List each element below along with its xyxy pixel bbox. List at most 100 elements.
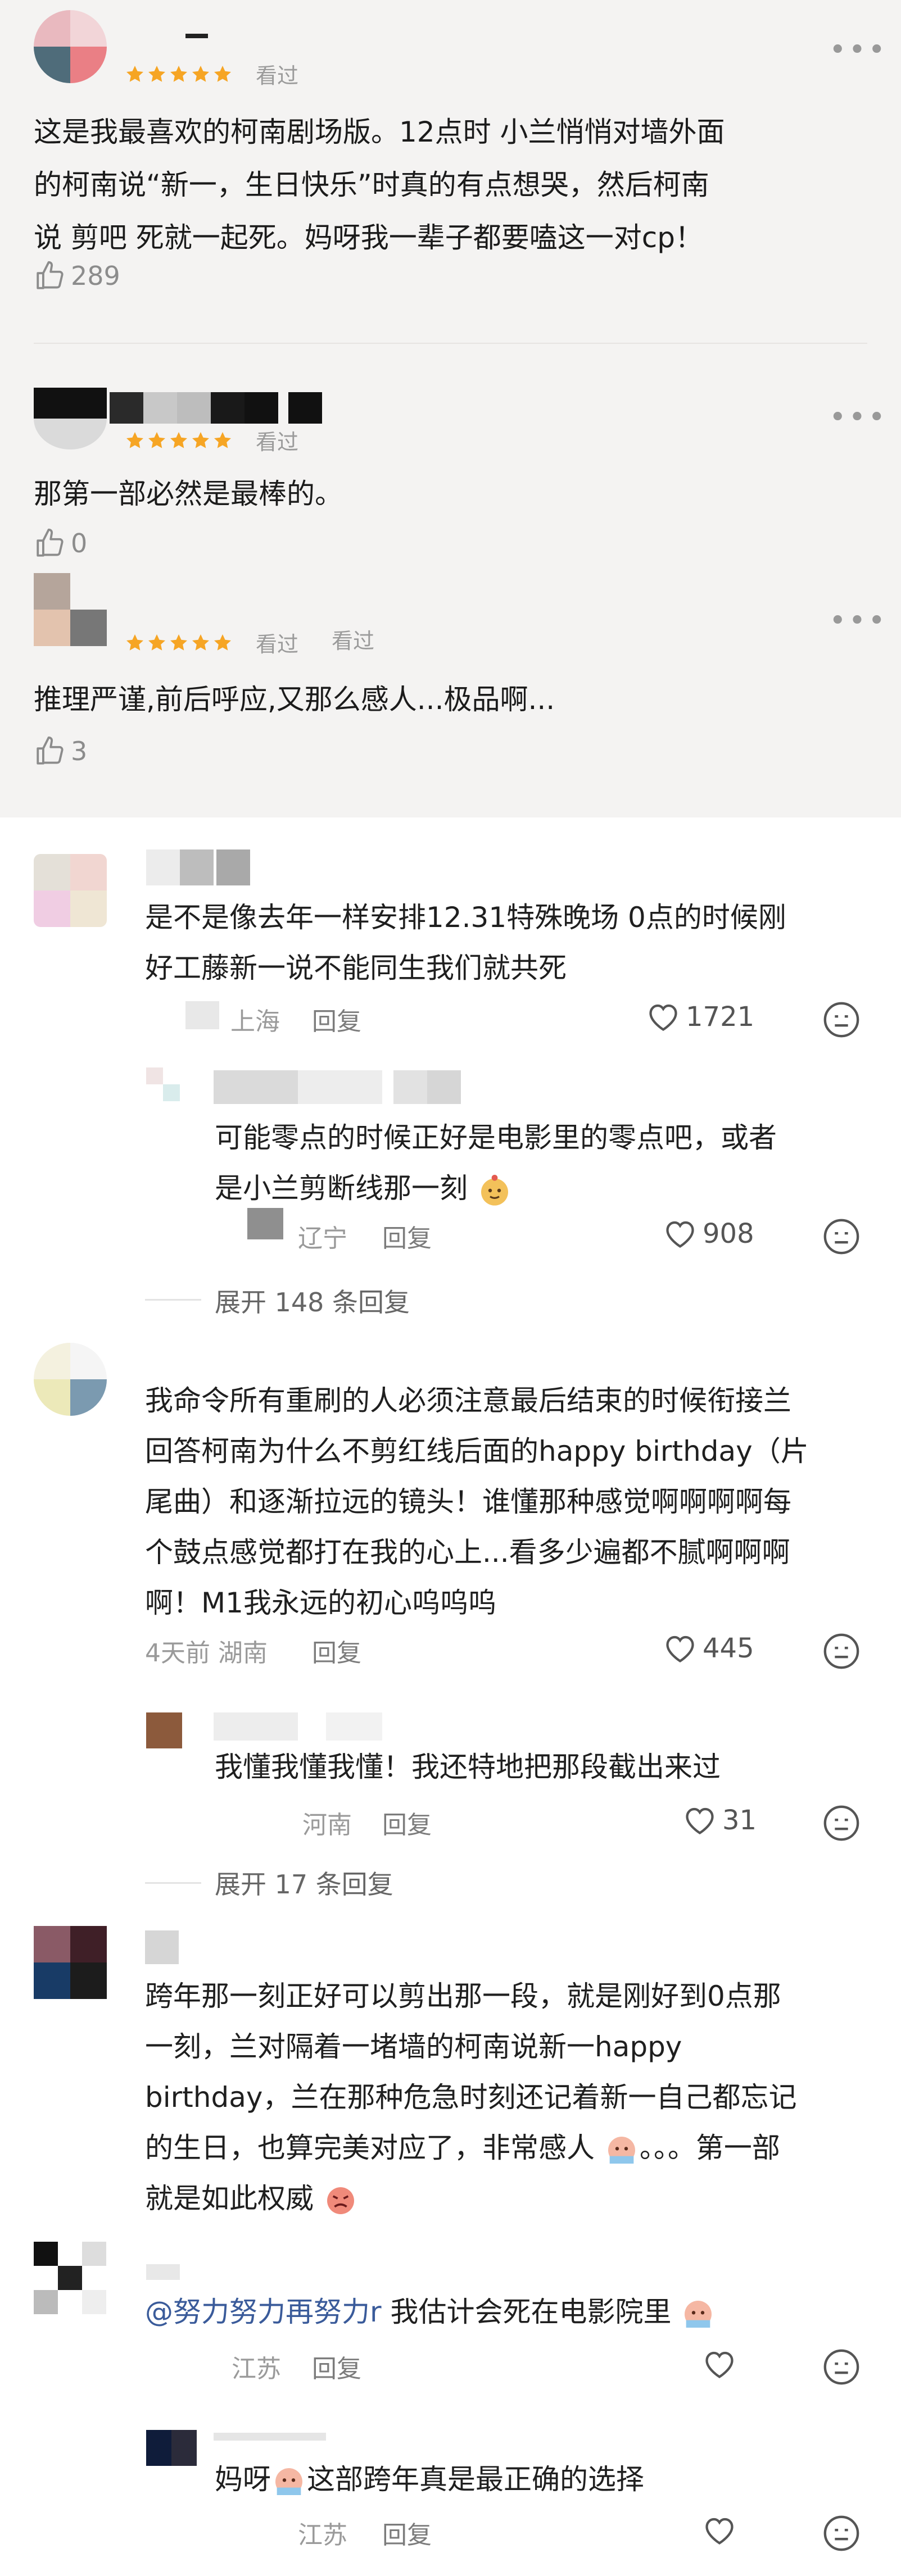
reply-text: 我懂我懂我懂！我还特地把那段截出来过 — [215, 1751, 721, 1783]
heart-icon — [686, 1807, 714, 1835]
dislike-button[interactable] — [822, 1217, 861, 1259]
star-icon — [148, 432, 165, 448]
star-icon — [192, 432, 209, 448]
more-options-button[interactable]: ••• — [829, 403, 888, 432]
comment-text: 跨年那一刻正好可以剪出那一段，就是刚好到0点那 一刻，兰对隔着一堵墙的柯南说新一… — [145, 1971, 876, 2224]
star-icon — [192, 66, 209, 82]
dislike-button[interactable] — [822, 1803, 861, 1845]
username-redacted — [110, 392, 323, 424]
emoji-crying-icon — [275, 2468, 302, 2495]
rating-stars — [125, 631, 233, 654]
reply-button[interactable]: 回复 — [312, 2348, 361, 2384]
reply-text: 可能零点的时候正好是电影里的零点吧，或者 是小兰剪断线那一刻 — [215, 1112, 878, 1214]
rating-stars — [125, 429, 233, 452]
heart-icon — [666, 1221, 694, 1248]
comment-text: 是不是像去年一样安排12.31特殊晚场 0点的时候刚 好工藤新一说不能同生我们就… — [145, 901, 786, 984]
like-count: 908 — [703, 1218, 754, 1250]
reply-avatar[interactable] — [146, 1067, 180, 1101]
dislike-button[interactable] — [822, 2347, 861, 2389]
more-options-button[interactable]: ••• — [829, 606, 888, 635]
seen-label: 看过 — [256, 632, 299, 657]
username-redacted — [214, 2433, 326, 2441]
like-button[interactable] — [703, 2515, 736, 2546]
reply-avatar[interactable] — [146, 1712, 182, 1748]
sad-face-icon — [823, 2515, 859, 2551]
avatar[interactable] — [34, 388, 107, 449]
rating-stars — [125, 63, 233, 85]
like-count: 289 — [71, 261, 120, 291]
like-button[interactable]: 289 — [34, 260, 120, 292]
star-icon — [148, 634, 165, 651]
star-icon — [214, 66, 231, 82]
star-icon — [214, 634, 231, 651]
username-redacted — [214, 1070, 467, 1104]
username-redacted — [185, 34, 208, 38]
username-redacted — [214, 1712, 393, 1741]
like-button[interactable]: 0 — [34, 527, 87, 560]
location: 辽宁 — [298, 1224, 347, 1253]
expand-replies-button[interactable]: 展开 17 条回复 — [215, 1864, 393, 1901]
like-button[interactable]: 1721 — [646, 1001, 754, 1033]
avatar[interactable] — [34, 10, 107, 83]
timestamp-location: 4天前 湖南 — [145, 1639, 268, 1668]
expand-replies-button[interactable]: 展开 148 条回复 — [215, 1282, 410, 1319]
dislike-button[interactable] — [822, 1632, 861, 1673]
like-button[interactable]: 908 — [663, 1218, 754, 1250]
expand-divider — [145, 1299, 201, 1301]
more-options-button[interactable]: ••• — [829, 35, 888, 65]
heart-icon — [705, 2351, 734, 2379]
comment-text: 我命令所有重刷的人必须注意最后结束的时候衔接兰 回答柯南为什么不剪红线后面的ha… — [145, 1384, 809, 1619]
sad-face-icon — [823, 1805, 859, 1841]
heart-icon — [666, 1635, 694, 1663]
sad-face-icon — [823, 1633, 859, 1669]
emoji-crying-icon — [685, 2300, 712, 2328]
star-icon — [192, 634, 209, 651]
star-icon — [170, 634, 187, 651]
location: 上海 — [230, 1007, 280, 1036]
sad-face-icon — [823, 1219, 859, 1255]
username-redacted — [185, 1001, 219, 1029]
like-button[interactable]: 3 — [34, 735, 87, 767]
like-count: 0 — [71, 528, 88, 558]
location: 江苏 — [298, 2521, 347, 2550]
mention-link[interactable]: @努力努力再努力r — [145, 2296, 382, 2328]
review-text: 那第一部必然是最棒的。 — [34, 478, 343, 510]
seen-label: 看过 — [256, 430, 299, 455]
emoji-angry-icon — [327, 2187, 354, 2214]
reply-button[interactable]: 回复 — [312, 1633, 361, 1669]
seen-label: 看过 — [332, 629, 375, 653]
star-icon — [170, 432, 187, 448]
review-text: 这是我最喜欢的柯南剧场版。12点时 小兰悄悄对墙外面 的柯南说“新一，生日快乐”… — [34, 116, 725, 254]
like-button[interactable]: 445 — [663, 1633, 754, 1664]
avatar[interactable] — [34, 1926, 107, 1999]
reply-button[interactable]: 回复 — [382, 2515, 432, 2551]
reply-avatar[interactable] — [146, 2430, 197, 2466]
dislike-button[interactable] — [822, 1000, 861, 1042]
avatar[interactable] — [34, 573, 107, 646]
like-count: 1721 — [686, 1001, 755, 1033]
reply-button[interactable]: 回复 — [382, 1805, 432, 1841]
like-count: 3 — [71, 736, 88, 766]
reply-avatar[interactable] — [34, 2242, 107, 2315]
thumbs-up-icon — [37, 261, 64, 289]
sad-face-icon — [823, 1002, 859, 1038]
star-icon — [170, 66, 187, 82]
heart-icon — [705, 2518, 734, 2545]
seen-label: 看过 — [256, 63, 299, 88]
like-button[interactable]: 31 — [683, 1805, 757, 1836]
like-button[interactable] — [703, 2348, 736, 2380]
username-redacted — [146, 849, 253, 885]
emoji-face-icon — [481, 1174, 508, 1206]
reply-text: @努力努力再努力r 我估计会死在电影院里 — [145, 2287, 876, 2337]
emoji-crying-icon — [608, 2136, 635, 2164]
sad-face-icon — [823, 2349, 859, 2385]
username-redacted — [146, 2264, 180, 2280]
thumbs-up-icon — [37, 736, 64, 765]
reply-button[interactable]: 回复 — [382, 1218, 432, 1254]
star-icon — [126, 66, 143, 82]
reply-button[interactable]: 回复 — [312, 1001, 361, 1037]
avatar[interactable] — [34, 1343, 107, 1416]
thumbs-up-icon — [37, 528, 64, 557]
dislike-button[interactable] — [822, 2514, 861, 2555]
avatar[interactable] — [34, 854, 107, 927]
